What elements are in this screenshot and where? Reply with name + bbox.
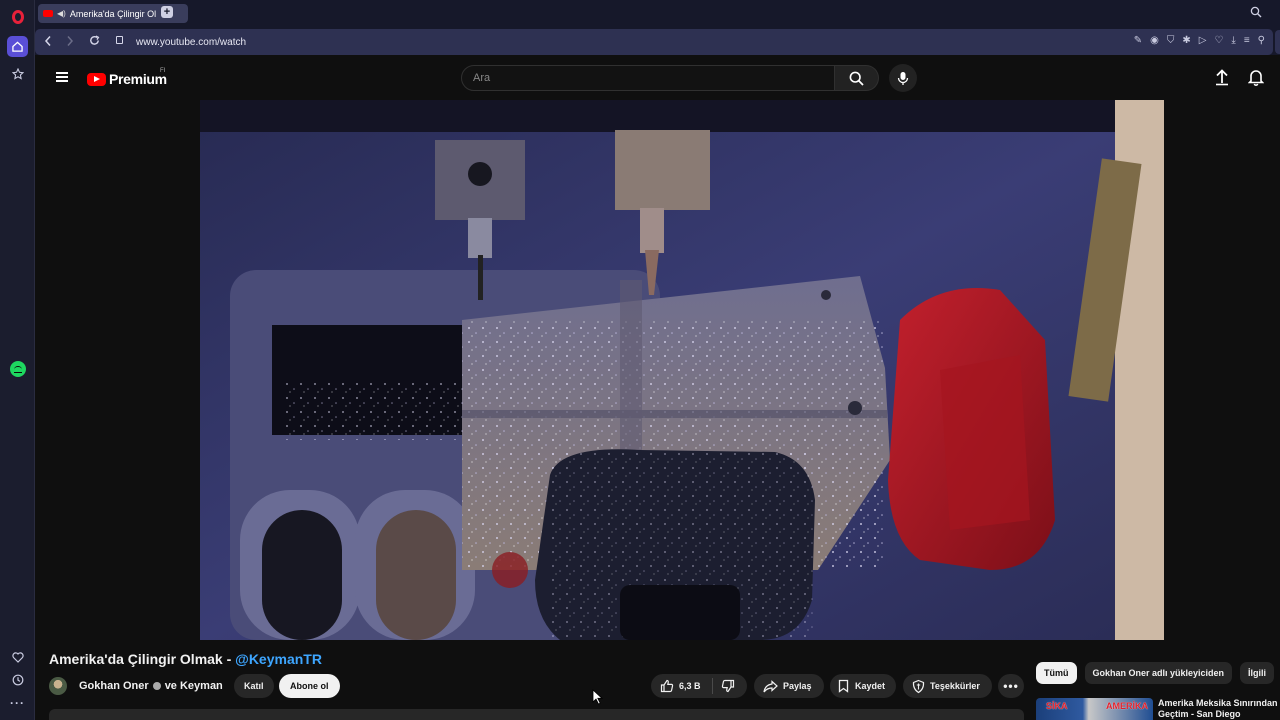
video-title: Amerika'da Çilingir Olmak - @KeymanTR xyxy=(49,651,322,667)
logo-text: Premium xyxy=(109,71,167,87)
upload-icon xyxy=(1216,69,1228,86)
video-owner: Gokhan Oner ve Keyman xyxy=(49,673,223,699)
tab-bar: ◀) Amerika'da Çilingir Ol + xyxy=(35,0,1280,28)
mouse-cursor-icon xyxy=(592,689,603,705)
more-actions-button[interactable]: ••• xyxy=(998,674,1024,698)
super-thanks-icon xyxy=(912,679,925,693)
like-button[interactable]: 6,3 B xyxy=(651,678,713,694)
browser-sidebar: ··· xyxy=(0,0,35,720)
profile-icon[interactable]: ⚲ xyxy=(1258,35,1265,46)
thumb-text-right: AMERİKA xyxy=(1106,701,1148,711)
title-handle-link[interactable]: @KeymanTR xyxy=(235,651,322,667)
thanks-label: Teşekkürler xyxy=(930,681,980,691)
more-dots-icon[interactable]: ··· xyxy=(9,694,26,711)
camera-icon[interactable]: ◉ xyxy=(1150,35,1159,46)
youtube-masthead: Premium FI xyxy=(36,55,1280,100)
subscribe-button[interactable]: Abone ol xyxy=(279,674,340,698)
recommendation-item[interactable]: SİKA AMERİKA Amerika Meksika Sınırından … xyxy=(1036,698,1280,720)
voice-search-button[interactable] xyxy=(889,64,917,92)
heart-icon[interactable] xyxy=(9,649,26,666)
recommendation-thumbnail[interactable]: SİKA AMERİKA xyxy=(1036,698,1153,720)
share-button[interactable]: Paylaş xyxy=(754,674,824,698)
recommendation-title[interactable]: Amerika Meksika Sınırından Geçtim - San … xyxy=(1158,698,1280,720)
youtube-logo[interactable]: Premium xyxy=(87,71,167,87)
channel-collab-text[interactable]: ve Keyman xyxy=(165,680,223,692)
save-label: Kaydet xyxy=(855,681,886,691)
home-icon[interactable] xyxy=(7,36,28,57)
play-icon[interactable]: ▷ xyxy=(1199,35,1207,46)
bell-icon xyxy=(1247,70,1265,86)
search-icon xyxy=(849,71,864,86)
notifications-button[interactable] xyxy=(1247,68,1265,91)
like-dislike-group: 6,3 B xyxy=(651,674,747,698)
search-box[interactable] xyxy=(461,65,835,91)
chip-all[interactable]: Tümü xyxy=(1036,662,1077,684)
search-input[interactable] xyxy=(473,66,834,90)
share-icon xyxy=(763,679,778,692)
opera-logo-icon[interactable] xyxy=(9,8,26,25)
video-frame xyxy=(200,100,1164,640)
thumb-text-left: SİKA xyxy=(1046,701,1068,711)
address-bar-edge xyxy=(1275,30,1280,54)
star-icon[interactable] xyxy=(9,65,26,82)
tab-title: Amerika'da Çilingir Ol xyxy=(69,8,157,19)
bookmark-heart-icon[interactable]: ♡ xyxy=(1214,35,1223,46)
channel-name-text[interactable]: Gokhan Oner xyxy=(79,680,149,692)
create-upload-button[interactable] xyxy=(1214,68,1230,91)
thanks-button[interactable]: Teşekkürler xyxy=(903,674,992,698)
address-bar: www.youtube.com/watch ✎ ◉ ⛉ ✱ ▷ ♡ ⤓ ≡ ⚲ xyxy=(35,28,1280,55)
new-tab-button[interactable]: + xyxy=(161,6,173,18)
url-text[interactable]: www.youtube.com/watch xyxy=(136,37,246,48)
channel-avatar[interactable] xyxy=(49,677,67,695)
youtube-favicon-icon xyxy=(43,10,53,17)
bookmark-icon xyxy=(838,679,849,693)
lock-icon[interactable] xyxy=(116,36,123,44)
url-field[interactable]: www.youtube.com/watch ✎ ◉ ⛉ ✱ ▷ ♡ ⤓ ≡ ⚲ xyxy=(35,29,1273,55)
back-icon[interactable] xyxy=(44,35,52,50)
speaker-icon[interactable]: ◀) xyxy=(57,9,66,18)
history-clock-icon[interactable] xyxy=(9,671,26,688)
vpn-icon[interactable]: ✱ xyxy=(1182,35,1190,46)
edit-icon[interactable]: ✎ xyxy=(1134,35,1142,46)
spotify-icon[interactable] xyxy=(9,360,26,377)
guide-menu-icon[interactable] xyxy=(56,72,68,82)
share-label: Paylaş xyxy=(783,681,812,691)
save-button[interactable]: Kaydet xyxy=(830,674,896,698)
country-code: FI xyxy=(160,68,166,74)
verified-check-icon xyxy=(152,682,161,690)
thumbs-down-icon xyxy=(721,679,735,693)
download-icon[interactable]: ⤓ xyxy=(1231,35,1235,46)
youtube-play-icon xyxy=(87,72,106,86)
dislike-button[interactable] xyxy=(713,679,735,693)
channel-name[interactable]: Gokhan Oner ve Keyman xyxy=(79,680,223,692)
video-player[interactable] xyxy=(200,100,1164,640)
address-tools: ✎ ◉ ⛉ ✱ ▷ ♡ ⤓ ≡ ⚲ xyxy=(1134,35,1265,46)
shield-icon[interactable]: ⛉ xyxy=(1167,35,1175,46)
forward-icon[interactable] xyxy=(66,35,74,50)
search-button[interactable] xyxy=(835,65,879,91)
chip-from-uploader[interactable]: Gokhan Oner adlı yükleyiciden xyxy=(1084,662,1233,684)
menu-icon[interactable]: ≡ xyxy=(1244,35,1250,46)
title-text: Amerika'da Çilingir Olmak - xyxy=(49,651,236,667)
join-button[interactable]: Katıl xyxy=(234,674,274,698)
reload-icon[interactable] xyxy=(89,35,100,49)
description-box[interactable] xyxy=(49,709,1024,720)
like-count: 6,3 B xyxy=(679,681,701,691)
more-horizontal-icon: ••• xyxy=(1003,679,1019,693)
chip-related[interactable]: İlgili xyxy=(1240,662,1275,684)
thumbs-up-icon xyxy=(660,679,674,693)
related-chips: Tümü Gokhan Oner adlı yükleyiciden İlgil… xyxy=(1036,662,1275,684)
tab-search-icon[interactable] xyxy=(1250,6,1262,21)
microphone-icon xyxy=(897,71,909,85)
